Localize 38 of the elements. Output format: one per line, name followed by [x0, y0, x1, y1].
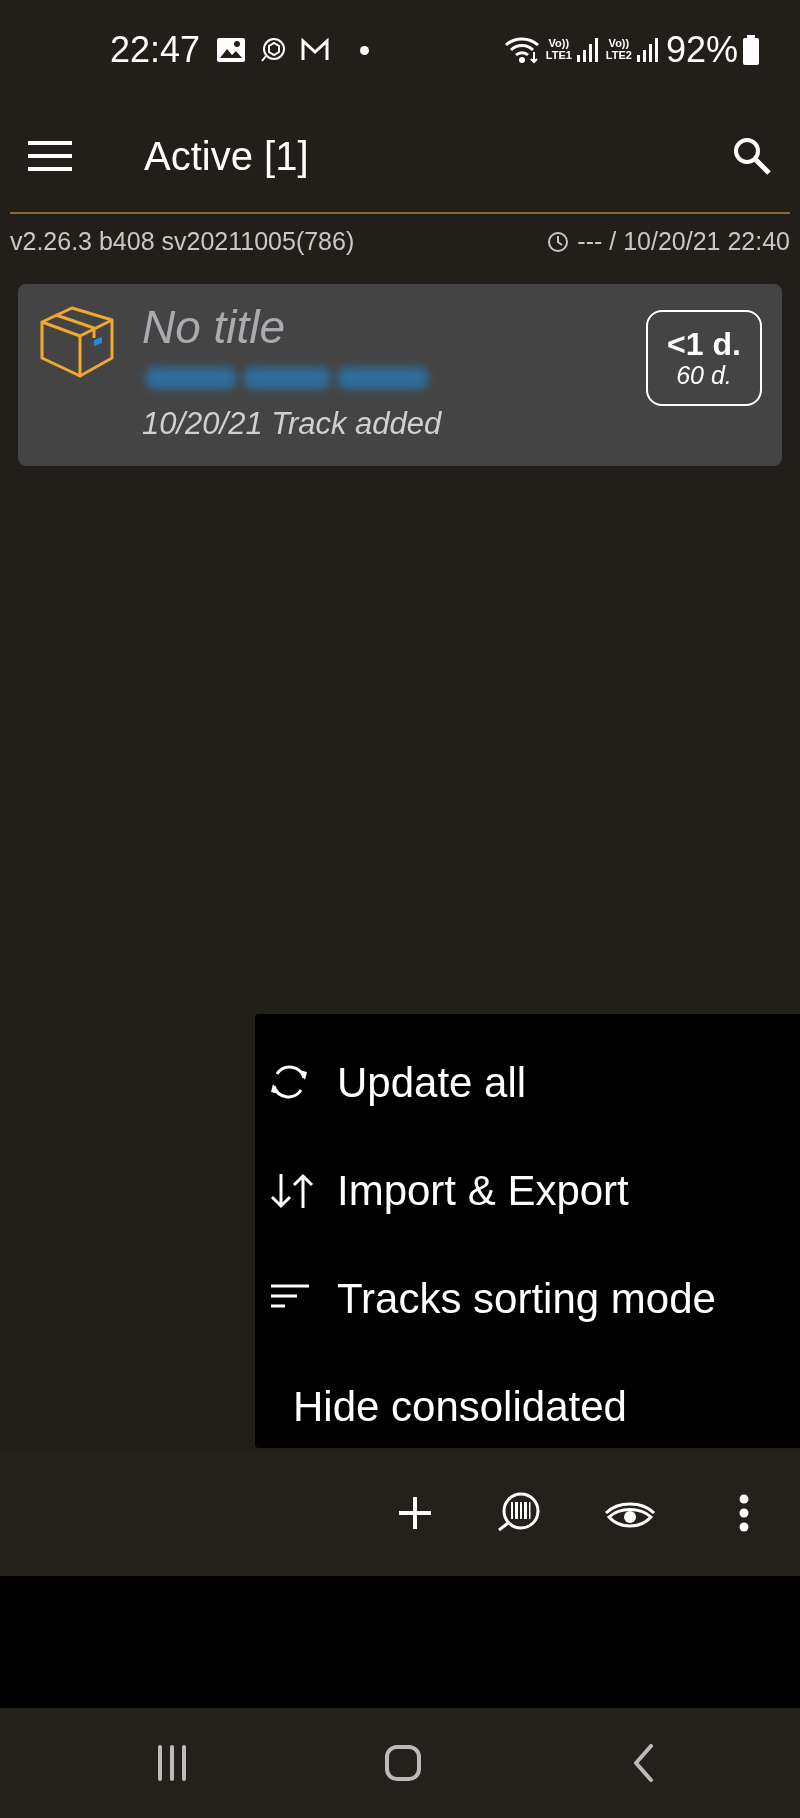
recents-icon — [157, 1744, 187, 1782]
screen-title: Active [1] — [144, 133, 309, 180]
recents-button[interactable] — [157, 1744, 187, 1782]
track-event: 10/20/21 Track added — [142, 404, 443, 443]
track-title: No title — [142, 302, 287, 353]
network-label: Vo)) — [607, 38, 631, 50]
search-button[interactable] — [732, 136, 772, 176]
clock-icon — [547, 231, 570, 253]
chat-icon — [260, 37, 287, 63]
kebab-icon — [739, 1494, 749, 1532]
search-icon — [732, 136, 772, 176]
back-icon — [633, 1744, 654, 1782]
back-button[interactable] — [633, 1744, 654, 1782]
network-label: Vo)) — [547, 38, 571, 50]
menu-item[interactable]: Hide consolidated — [255, 1352, 800, 1460]
menu-item[interactable]: Tracks sorting mode — [255, 1244, 800, 1352]
track-age: <1 d. — [667, 326, 741, 362]
image-icon — [216, 37, 247, 63]
battery-percent: 92% — [665, 28, 738, 72]
network-label: LTE2 — [605, 50, 632, 62]
signal-icon — [635, 37, 658, 63]
track-card[interactable]: No title 10/20/21 Track added <1 d. 60 d. — [18, 284, 782, 466]
battery-icon — [742, 35, 760, 65]
mail-icon — [300, 38, 331, 62]
storage-limit: 60 d. — [676, 361, 732, 390]
clock-time: 22:47 — [110, 28, 201, 72]
version-text: v2.26.3 b408 sv20211005(786) — [10, 226, 355, 258]
signal-icon — [575, 37, 598, 63]
dot-icon — [360, 45, 370, 55]
sync-time: --- / 10/20/21 22:40 — [577, 226, 790, 258]
menu-icon — [28, 140, 72, 172]
more-button[interactable] — [739, 1494, 749, 1532]
menu-button[interactable] — [28, 140, 72, 172]
network-label: LTE1 — [545, 50, 572, 62]
menu-item[interactable]: Import & Export — [255, 1136, 800, 1244]
home-button[interactable] — [385, 1745, 421, 1781]
home-icon — [385, 1745, 421, 1781]
menu-item[interactable]: Update all — [255, 1028, 800, 1136]
